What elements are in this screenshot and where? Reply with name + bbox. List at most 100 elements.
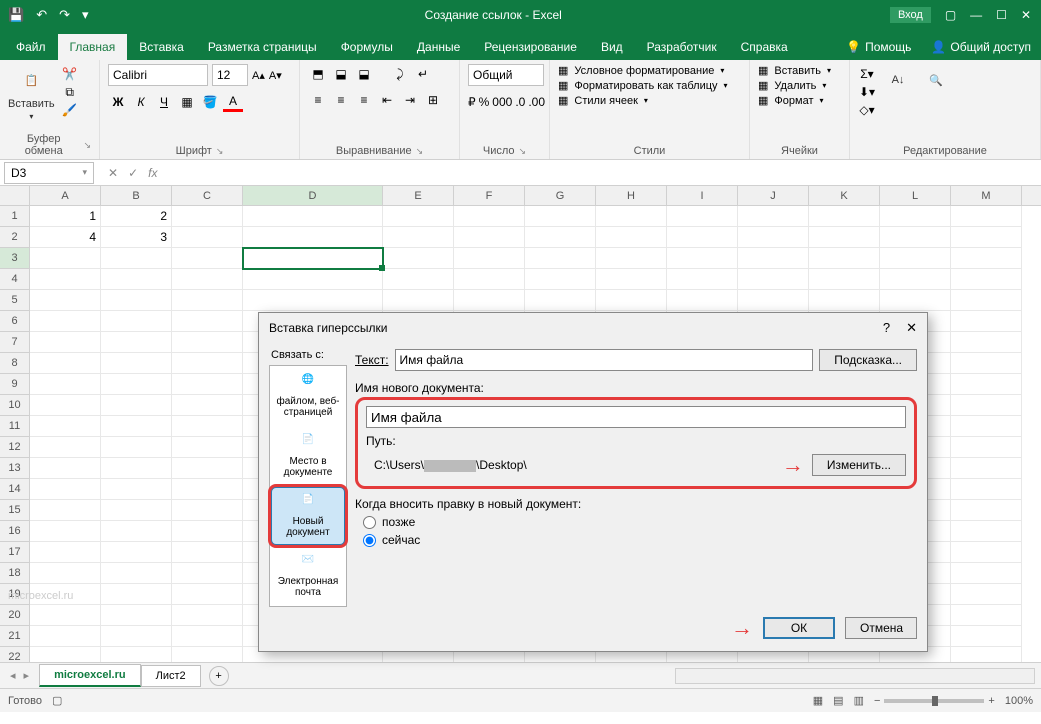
link-to-new-document[interactable]: 📄Новый документ — [270, 486, 346, 546]
row-head[interactable]: 13 — [0, 458, 30, 479]
col-head[interactable]: I — [667, 186, 738, 205]
launcher-icon[interactable]: ↘ — [416, 146, 424, 157]
cell[interactable] — [172, 521, 243, 542]
row-head[interactable]: 16 — [0, 521, 30, 542]
col-head[interactable]: D — [243, 186, 383, 205]
copy-icon[interactable]: ⧉ — [61, 84, 79, 100]
cell[interactable] — [525, 227, 596, 248]
cell[interactable] — [30, 248, 101, 269]
col-head[interactable]: H — [596, 186, 667, 205]
cell[interactable] — [30, 542, 101, 563]
cell[interactable] — [172, 479, 243, 500]
row-head[interactable]: 2 — [0, 227, 30, 248]
col-head[interactable]: K — [809, 186, 880, 205]
col-head[interactable]: E — [383, 186, 454, 205]
launcher-icon[interactable]: ↘ — [216, 146, 224, 157]
ok-button[interactable]: ОК — [763, 617, 835, 639]
cell[interactable] — [951, 458, 1022, 479]
close-icon[interactable]: ✕ — [1021, 8, 1031, 22]
cell[interactable] — [172, 416, 243, 437]
enter-formula-icon[interactable]: ✓ — [128, 166, 138, 180]
font-color-icon[interactable]: A — [223, 92, 243, 112]
cell[interactable] — [596, 248, 667, 269]
fx-icon[interactable]: fx — [148, 166, 157, 180]
cell[interactable] — [30, 416, 101, 437]
row-head[interactable]: 11 — [0, 416, 30, 437]
cell[interactable] — [101, 416, 172, 437]
row-head[interactable]: 3 — [0, 248, 30, 269]
display-text-input[interactable] — [395, 349, 814, 371]
cell[interactable] — [172, 311, 243, 332]
cell[interactable] — [101, 605, 172, 626]
cell[interactable] — [172, 605, 243, 626]
name-box[interactable]: D3▾ — [4, 162, 94, 184]
cell[interactable] — [951, 269, 1022, 290]
cell[interactable] — [951, 563, 1022, 584]
cell[interactable] — [454, 227, 525, 248]
cancel-formula-icon[interactable]: ✕ — [108, 166, 118, 180]
bold-button[interactable]: Ж — [108, 92, 128, 112]
cell[interactable] — [172, 227, 243, 248]
cell[interactable] — [667, 290, 738, 311]
format-as-table[interactable]: ▦Форматировать как таблицу▾ — [558, 79, 741, 92]
increase-indent-icon[interactable]: ⇥ — [400, 90, 420, 110]
cell[interactable] — [101, 584, 172, 605]
currency-icon[interactable]: ₽ — [468, 92, 476, 112]
cell[interactable] — [101, 458, 172, 479]
cell[interactable] — [383, 206, 454, 227]
cell[interactable] — [951, 500, 1022, 521]
cell[interactable] — [243, 206, 383, 227]
cell[interactable] — [172, 248, 243, 269]
cell[interactable] — [243, 269, 383, 290]
decrease-font-icon[interactable]: A▾ — [269, 69, 282, 82]
cell[interactable] — [951, 416, 1022, 437]
orientation-icon[interactable]: ⤸ — [390, 64, 410, 84]
cell[interactable] — [880, 248, 951, 269]
cell[interactable] — [30, 479, 101, 500]
clear-icon[interactable]: ◇▾ — [858, 102, 876, 118]
cell[interactable] — [383, 248, 454, 269]
row-head[interactable]: 1 — [0, 206, 30, 227]
link-to-email[interactable]: ✉️Электронная почта — [270, 546, 346, 606]
sheet-tab[interactable]: Лист2 — [141, 665, 201, 687]
underline-button[interactable]: Ч — [154, 92, 174, 112]
cell[interactable] — [101, 395, 172, 416]
delete-cells[interactable]: ▦Удалить▾ — [758, 79, 841, 92]
cell[interactable] — [30, 647, 101, 662]
row-head[interactable]: 18 — [0, 563, 30, 584]
cell[interactable] — [172, 395, 243, 416]
cell[interactable] — [738, 248, 809, 269]
cell[interactable] — [30, 332, 101, 353]
view-break-icon[interactable]: ▥ — [854, 694, 864, 707]
cell-styles[interactable]: ▦Стили ячеек▾ — [558, 94, 741, 107]
row-head[interactable]: 12 — [0, 437, 30, 458]
cell[interactable] — [454, 206, 525, 227]
cell[interactable] — [383, 269, 454, 290]
tab-layout[interactable]: Разметка страницы — [196, 34, 329, 60]
align-right-icon[interactable]: ≡ — [354, 90, 374, 110]
cell[interactable] — [30, 626, 101, 647]
zoom-slider[interactable]: − + — [874, 695, 995, 707]
fill-icon[interactable]: ⬇▾ — [858, 84, 876, 100]
cell[interactable] — [172, 458, 243, 479]
col-head[interactable]: G — [525, 186, 596, 205]
tell-me[interactable]: 💡Помощь — [836, 34, 921, 60]
font-name-select[interactable] — [108, 64, 208, 86]
cell[interactable] — [243, 290, 383, 311]
tab-view[interactable]: Вид — [589, 34, 635, 60]
cell[interactable] — [101, 437, 172, 458]
col-head[interactable]: B — [101, 186, 172, 205]
link-to-file[interactable]: 🌐файлом, веб-страницей — [270, 366, 346, 426]
cell[interactable]: 1 — [30, 206, 101, 227]
find-select[interactable]: 🔍 — [920, 64, 952, 96]
share-button[interactable]: 👤Общий доступ — [921, 34, 1041, 60]
comma-icon[interactable]: 000 — [492, 92, 512, 112]
save-icon[interactable]: 💾 — [8, 7, 24, 23]
align-bottom-icon[interactable]: ⬓ — [354, 64, 374, 84]
cell[interactable] — [951, 437, 1022, 458]
change-path-button[interactable]: Изменить... — [812, 454, 906, 476]
sort-filter[interactable]: A↓ — [882, 64, 914, 96]
sheet-nav-prev-icon[interactable]: ◂ — [10, 669, 16, 682]
paste-button[interactable]: 📋 Вставить ▾ — [8, 64, 55, 121]
cell[interactable] — [880, 269, 951, 290]
